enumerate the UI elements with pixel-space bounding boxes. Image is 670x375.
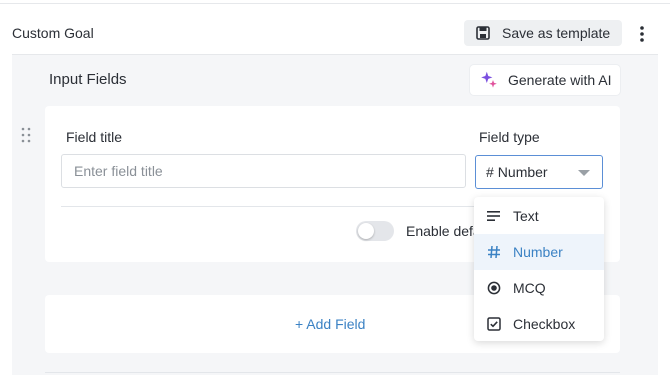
save-as-template-label: Save as template [502, 25, 611, 41]
add-field-button[interactable]: + Add Field [295, 316, 365, 332]
dropdown-option-mcq[interactable]: MCQ [474, 270, 604, 306]
hash-icon [487, 245, 501, 259]
bottom-divider [45, 372, 620, 373]
top-border [0, 3, 670, 4]
dropdown-option-number[interactable]: Number [474, 234, 604, 270]
checkbox-icon [487, 317, 501, 331]
dropdown-option-text[interactable]: Text [474, 198, 604, 234]
enable-default-label: Enable defa [406, 223, 481, 239]
radio-icon [487, 281, 501, 295]
generate-with-ai-button[interactable]: Generate with AI [470, 65, 620, 95]
page-title: Custom Goal [12, 25, 94, 41]
field-type-select[interactable]: # Number [475, 155, 603, 189]
field-title-input[interactable] [61, 154, 466, 188]
field-type-dropdown: Text Number MCQ Checkbox [474, 197, 604, 341]
floppy-disk-icon [476, 26, 490, 40]
field-title-label: Field title [66, 129, 123, 145]
dropdown-option-label: MCQ [513, 280, 546, 296]
sparkle-icon [480, 71, 498, 89]
generate-with-ai-label: Generate with AI [508, 72, 612, 88]
more-options-icon[interactable] [636, 24, 648, 44]
enable-default-toggle[interactable] [356, 221, 394, 241]
field-type-label: Field type [479, 129, 540, 145]
dropdown-option-checkbox[interactable]: Checkbox [474, 306, 604, 342]
dropdown-option-label: Checkbox [513, 316, 576, 332]
save-as-template-button[interactable]: Save as template [464, 20, 622, 46]
toggle-knob [358, 223, 374, 239]
text-lines-icon [487, 209, 501, 223]
drag-handle-icon[interactable] [20, 127, 32, 143]
section-title: Input Fields [49, 71, 127, 88]
caret-down-icon [578, 170, 590, 176]
hash-icon: # [486, 164, 494, 180]
field-type-value: Number [497, 164, 548, 180]
dropdown-option-label: Number [513, 244, 563, 260]
dropdown-option-label: Text [513, 208, 539, 224]
